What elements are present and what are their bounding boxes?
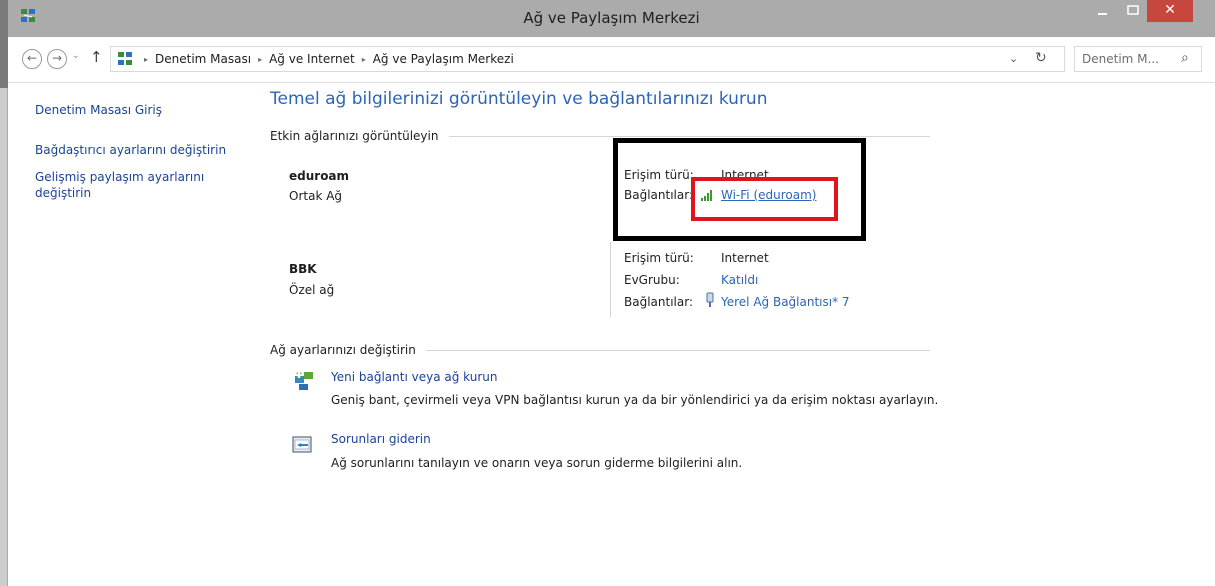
up-arrow-icon: ↑ (90, 48, 103, 66)
breadcrumb: ▸ Denetim Masası ▸ Ağ ve Internet ▸ Ağ v… (117, 47, 514, 71)
search-icon[interactable]: ⌕ (1181, 50, 1189, 66)
network-name: BBK (289, 262, 317, 276)
recent-pages-dropdown[interactable]: ⌄ (72, 51, 80, 61)
address-box[interactable]: ▸ Denetim Masası ▸ Ağ ve Internet ▸ Ağ v… (110, 46, 1065, 72)
new-connection-icon[interactable] (293, 370, 315, 392)
new-connection-link[interactable]: Yeni bağlantı veya ağ kurun (331, 370, 497, 384)
address-history-dropdown[interactable]: ⌄ (1009, 52, 1018, 65)
troubleshoot-description: Ağ sorunlarını tanılayın ve onarın veya … (331, 456, 743, 470)
page-title: Temel ağ bilgilerinizi görüntüleyin ve b… (270, 89, 768, 109)
divider (449, 136, 930, 137)
network-name: eduroam (289, 169, 350, 183)
address-toolbar: ← → ⌄ ↑ ▸ Denetim Masası ▸ Ağ ve Interne… (8, 37, 1215, 83)
chevron-down-icon: ⌄ (72, 51, 80, 61)
control-panel-icon (117, 51, 133, 67)
window-title: Ağ ve Paylaşım Merkezi (523, 9, 700, 27)
main-content: Temel ağ bilgilerinizi görüntüleyin ve b… (8, 84, 1215, 586)
homegroup-label: EvGrubu: (624, 273, 680, 287)
breadcrumb-item-network-sharing-center[interactable]: Ağ ve Paylaşım Merkezi (373, 52, 514, 66)
back-button[interactable]: ← (22, 49, 42, 69)
forward-button[interactable]: → (47, 49, 67, 69)
local-area-connection-link[interactable]: Yerel Ağ Bağlantısı* 7 (721, 295, 850, 309)
breadcrumb-separator-icon[interactable]: ▸ (362, 55, 366, 64)
troubleshoot-link[interactable]: Sorunları giderin (331, 432, 431, 446)
desktop-edge-shade (0, 0, 8, 88)
troubleshoot-icon[interactable] (291, 434, 313, 456)
active-networks-heading: Etkin ağlarınızı görüntüleyin (270, 129, 439, 143)
search-placeholder: Denetim M... (1082, 52, 1159, 66)
highlight-box-red (691, 177, 838, 221)
search-input[interactable]: Denetim M... ⌕ (1074, 46, 1202, 72)
new-connection-description: Geniş bant, çevirmeli veya VPN bağlantıs… (331, 393, 939, 407)
homegroup-link[interactable]: Katıldı (721, 273, 758, 287)
refresh-icon: ↻ (1035, 50, 1047, 66)
title-bar[interactable]: Ağ ve Paylaşım Merkezi ✕ (8, 0, 1215, 37)
minimize-icon (1098, 13, 1107, 15)
close-icon: ✕ (1164, 2, 1176, 18)
breadcrumb-separator-icon[interactable]: ▸ (258, 55, 262, 64)
breadcrumb-item-control-panel[interactable]: Denetim Masası (155, 52, 251, 66)
divider (610, 242, 611, 317)
back-arrow-icon: ← (26, 51, 38, 65)
access-type-label: Erişim türü: (624, 251, 694, 265)
connections-label: Bağlantılar: (624, 295, 693, 309)
control-panel-window: Ağ ve Paylaşım Merkezi ✕ ← → ⌄ ↑ ▸ Denet… (8, 0, 1215, 586)
chevron-down-icon: ⌄ (1009, 52, 1019, 65)
desktop-edge (0, 0, 8, 586)
ethernet-adapter-icon (705, 292, 715, 308)
forward-arrow-icon: → (51, 51, 63, 65)
maximize-icon (1127, 5, 1139, 15)
change-settings-heading: Ağ ayarlarınızı değiştirin (270, 343, 416, 357)
refresh-button[interactable]: ↻ (1035, 50, 1047, 66)
close-button[interactable]: ✕ (1147, 0, 1193, 22)
up-button[interactable]: ↑ (90, 48, 103, 66)
breadcrumb-item-network-internet[interactable]: Ağ ve Internet (269, 52, 355, 66)
network-category: Özel ağ (289, 283, 335, 297)
access-type-value: Internet (721, 251, 769, 265)
maximize-button[interactable] (1119, 0, 1146, 22)
divider (426, 350, 930, 351)
minimize-button[interactable] (1088, 0, 1116, 22)
breadcrumb-separator-icon[interactable]: ▸ (144, 55, 148, 64)
network-category: Ortak Ağ (289, 189, 343, 203)
